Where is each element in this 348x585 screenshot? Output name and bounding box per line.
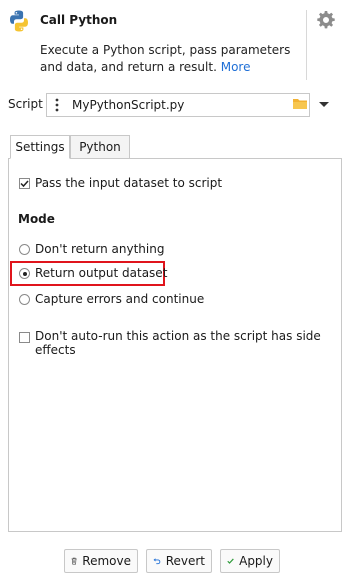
folder-icon[interactable]	[292, 97, 308, 111]
description-text: Execute a Python script, pass parameters…	[40, 43, 291, 74]
gear-icon[interactable]	[316, 10, 336, 30]
apply-label: Apply	[239, 554, 273, 568]
remove-button[interactable]: Remove	[64, 549, 138, 573]
revert-button[interactable]: Revert	[146, 549, 212, 573]
radio-return-output-label: Return output dataset	[35, 266, 168, 280]
action-title: Call Python	[40, 13, 118, 27]
kebab-icon[interactable]	[52, 98, 62, 112]
pass-input-label: Pass the input dataset to script	[35, 176, 223, 190]
pass-input-checkbox[interactable]	[19, 178, 30, 189]
apply-button[interactable]: Apply	[220, 549, 280, 573]
script-filename: MyPythonScript.py	[72, 98, 185, 112]
remove-label: Remove	[82, 554, 131, 568]
radio-dont-return-label: Don't return anything	[35, 242, 165, 256]
no-autorun-label: Don't auto-run this action as the script…	[35, 329, 321, 357]
action-description: Execute a Python script, pass parameters…	[40, 42, 295, 76]
no-autorun-checkbox[interactable]	[19, 332, 30, 343]
revert-label: Revert	[165, 554, 205, 568]
radio-return-output[interactable]	[19, 268, 30, 279]
chevron-down-icon[interactable]	[318, 101, 330, 109]
radio-capture-errors[interactable]	[19, 294, 30, 305]
undo-icon	[153, 558, 161, 565]
header-divider	[306, 10, 307, 80]
check-icon	[20, 180, 29, 188]
radio-dont-return[interactable]	[19, 244, 30, 255]
script-label: Script	[8, 97, 43, 111]
more-link[interactable]: More	[221, 60, 251, 74]
tab-python[interactable]: Python	[70, 135, 130, 159]
mode-heading: Mode	[18, 212, 55, 226]
tab-settings[interactable]: Settings	[10, 135, 70, 159]
trash-icon	[71, 557, 77, 565]
check-icon	[227, 558, 234, 564]
radio-capture-errors-label: Capture errors and continue	[35, 292, 205, 306]
python-logo-icon	[10, 10, 28, 32]
